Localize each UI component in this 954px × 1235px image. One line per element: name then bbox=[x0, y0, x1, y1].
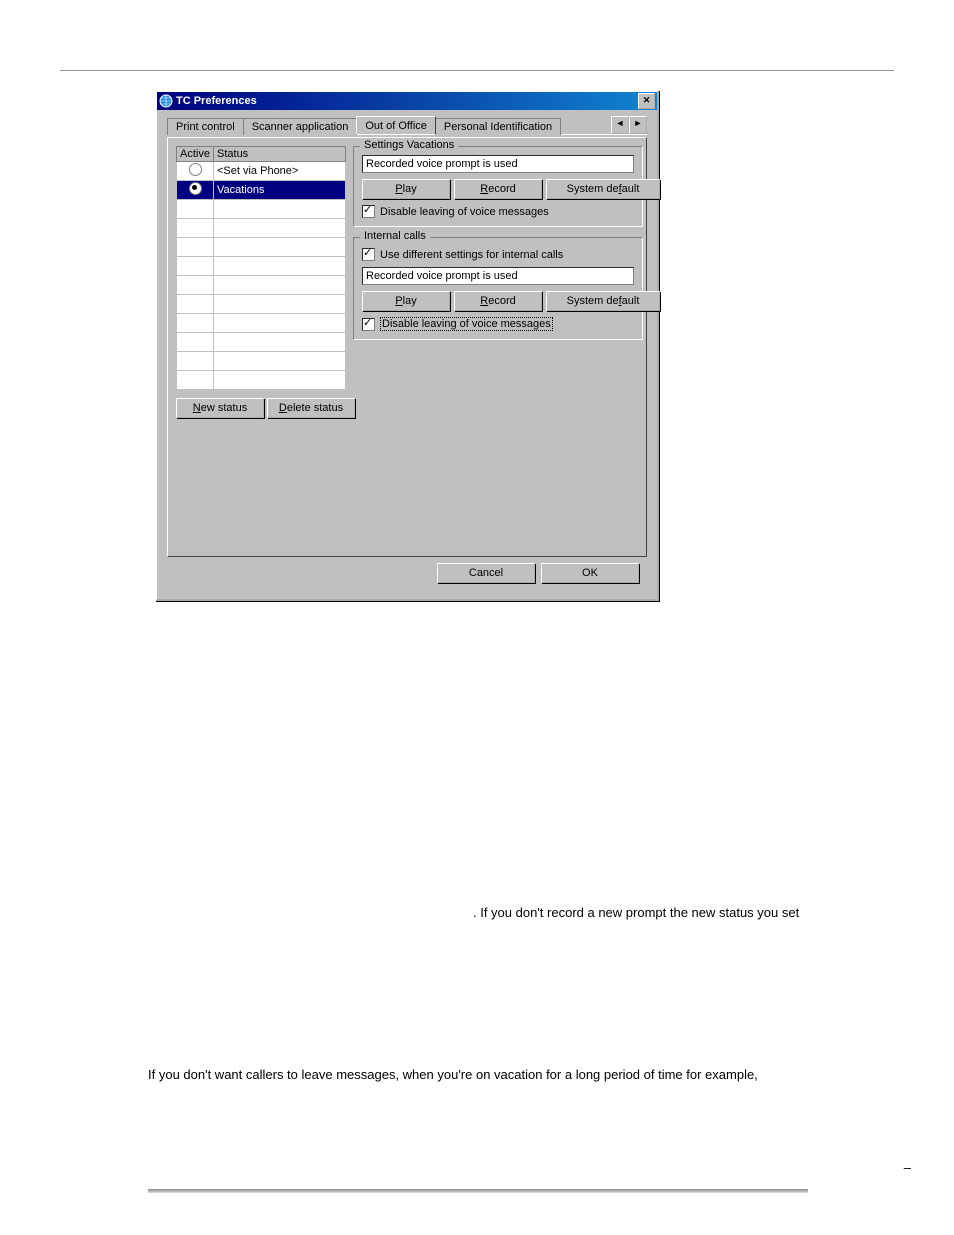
record-button[interactable]: Record bbox=[454, 179, 542, 199]
checkbox-label: Disable leaving of voice messages bbox=[380, 317, 553, 331]
checkbox-icon bbox=[362, 318, 375, 331]
ok-button[interactable]: OK bbox=[541, 563, 639, 583]
close-icon[interactable]: ✕ bbox=[638, 93, 655, 109]
page-text-fragment: If you don't want callers to leave messa… bbox=[148, 1067, 758, 1082]
table-row[interactable]: <Set via Phone> bbox=[177, 162, 346, 181]
status-label: Vacations bbox=[214, 181, 346, 200]
delete-status-button[interactable]: Delete status bbox=[267, 398, 355, 418]
table-row[interactable] bbox=[177, 276, 346, 295]
tab-scroll-left[interactable]: ◄ bbox=[611, 116, 629, 134]
internal-disable-leaving-checkbox[interactable]: Disable leaving of voice messages bbox=[362, 317, 634, 331]
internal-system-default-button[interactable]: System default bbox=[546, 291, 660, 311]
title-bar[interactable]: TC Preferences ✕ bbox=[157, 92, 657, 110]
radio-off-icon[interactable] bbox=[189, 163, 202, 176]
new-status-button[interactable]: New status bbox=[176, 398, 264, 418]
use-different-checkbox[interactable]: Use different settings for internal call… bbox=[362, 248, 634, 261]
dialog-title: TC Preferences bbox=[176, 95, 257, 107]
col-active: Active bbox=[177, 147, 214, 162]
out-of-office-pane: Active Status <Set via Phone> Vacations bbox=[167, 137, 647, 557]
radio-on-icon[interactable] bbox=[189, 182, 202, 195]
table-row[interactable] bbox=[177, 200, 346, 219]
table-row[interactable] bbox=[177, 333, 346, 352]
checkbox-label: Disable leaving of voice messages bbox=[380, 206, 549, 218]
table-row[interactable] bbox=[177, 352, 346, 371]
tab-scanner-application[interactable]: Scanner application bbox=[243, 118, 358, 135]
status-label: <Set via Phone> bbox=[214, 162, 346, 181]
tab-strip: Print control Scanner application Out of… bbox=[167, 116, 647, 135]
status-table[interactable]: Active Status <Set via Phone> Vacations bbox=[176, 146, 346, 390]
checkbox-label: Use different settings for internal call… bbox=[380, 249, 563, 261]
disable-leaving-checkbox[interactable]: Disable leaving of voice messages bbox=[362, 205, 634, 218]
tab-print-control[interactable]: Print control bbox=[167, 118, 244, 135]
app-icon bbox=[159, 94, 173, 108]
system-default-button[interactable]: System default bbox=[546, 179, 660, 199]
settings-group: Settings Vacations Play Record System de… bbox=[353, 146, 643, 227]
internal-play-button[interactable]: Play bbox=[362, 291, 450, 311]
internal-record-button[interactable]: Record bbox=[454, 291, 542, 311]
play-button[interactable]: Play bbox=[362, 179, 450, 199]
table-row[interactable]: Vacations bbox=[177, 181, 346, 200]
table-row[interactable] bbox=[177, 257, 346, 276]
page-mark: – bbox=[904, 1160, 911, 1175]
table-row[interactable] bbox=[177, 371, 346, 390]
preferences-dialog: TC Preferences ✕ Print control Scanner a… bbox=[155, 90, 659, 601]
settings-legend: Settings Vacations bbox=[360, 139, 458, 151]
table-row[interactable] bbox=[177, 295, 346, 314]
page-text-fragment: . If you don't record a new prompt the n… bbox=[473, 905, 799, 920]
tab-out-of-office[interactable]: Out of Office bbox=[356, 116, 436, 134]
checkbox-icon bbox=[362, 248, 375, 261]
tab-personal-identification[interactable]: Personal Identification bbox=[435, 118, 561, 135]
footer-rule bbox=[148, 1189, 808, 1193]
voice-prompt-field[interactable] bbox=[362, 155, 634, 173]
col-status: Status bbox=[214, 147, 346, 162]
internal-legend: Internal calls bbox=[360, 230, 430, 242]
internal-voice-prompt-field[interactable] bbox=[362, 267, 634, 285]
table-row[interactable] bbox=[177, 314, 346, 333]
table-row[interactable] bbox=[177, 219, 346, 238]
table-row[interactable] bbox=[177, 238, 346, 257]
cancel-button[interactable]: Cancel bbox=[437, 563, 535, 583]
checkbox-icon bbox=[362, 205, 375, 218]
header-rule bbox=[60, 70, 894, 71]
tab-scroll-right[interactable]: ► bbox=[629, 116, 647, 134]
internal-calls-group: Internal calls Use different settings fo… bbox=[353, 237, 643, 340]
